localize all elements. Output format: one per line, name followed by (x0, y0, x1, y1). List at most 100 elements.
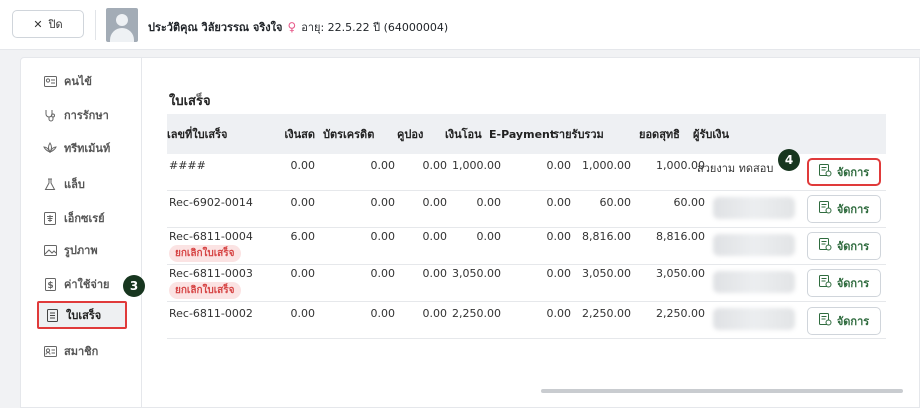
patient-info: ประวัติคุณ วิลัยวรรณ จริงใจ ♀ อายุ: 22.5… (148, 18, 448, 36)
close-icon: ✕ (33, 17, 43, 31)
sidebar: คนไข้ การรักษา ทรีทเม้นท์ แล็บ เอ็กซเรย์… (21, 58, 142, 408)
sidebar-item-members[interactable]: สมาชิก (37, 337, 137, 365)
col-transfer: เงินโอน (445, 128, 482, 141)
cash: 0.00 (290, 159, 316, 172)
col-coupon: คูปอง (397, 128, 424, 141)
transfer: 0.00 (476, 230, 502, 243)
receipt-no: Rec-6811-0003 (169, 267, 253, 280)
header-divider (95, 10, 96, 40)
receiver: สวยงาม ทดสอบ (697, 162, 774, 175)
sidebar-item-treatments[interactable]: ทรีทเม้นท์ (37, 134, 137, 162)
transfer: 3,050.00 (452, 267, 501, 280)
cash: 0.00 (290, 307, 316, 320)
sidebar-item-lab[interactable]: แล็บ (37, 170, 137, 198)
credit: 0.00 (370, 230, 396, 243)
total: 3,050.00 (582, 267, 631, 280)
total: 8,816.00 (582, 230, 631, 243)
manage-label: จัดการ (836, 203, 870, 216)
col-net: ยอดสุทธิ (639, 128, 680, 141)
table-row: Rec-6811-0004 ยกเลิกใบเสร็จ 6.00 0.00 0.… (167, 228, 886, 265)
history-card: คนไข้ การรักษา ทรีทเม้นท์ แล็บ เอ็กซเรย์… (20, 57, 920, 408)
close-button[interactable]: ✕ ปิด (12, 10, 84, 38)
cancel-receipt-badge: ยกเลิกใบเสร็จ (169, 282, 241, 299)
manage-label: จัดการ (836, 277, 870, 290)
sidebar-item-label: แล็บ (64, 178, 85, 191)
patient-header: ✕ ปิด ประวัติคุณ วิลัยวรรณ จริงใจ ♀ อายุ… (0, 0, 920, 50)
epayment: 0.00 (546, 230, 572, 243)
col-cash: เงินสด (284, 128, 315, 141)
credit: 0.00 (370, 267, 396, 280)
sidebar-item-images[interactable]: รูปภาพ (37, 236, 137, 264)
sidebar-item-expenses[interactable]: $ ค่าใช้จ่าย (37, 270, 137, 298)
manage-label: จัดการ (836, 240, 870, 253)
total: 1,000.00 (582, 159, 631, 172)
net: 3,050.00 (656, 267, 705, 280)
cash: 0.00 (290, 267, 316, 280)
table-row: Rec-6811-0002 0.00 0.00 0.00 2,250.00 0.… (167, 302, 886, 339)
epayment: 0.00 (546, 159, 572, 172)
close-label: ปิด (48, 18, 63, 31)
epayment: 0.00 (546, 267, 572, 280)
epayment: 0.00 (546, 196, 572, 209)
manage-button[interactable]: จัดการ (807, 158, 881, 186)
xray-icon (43, 211, 57, 225)
net: 60.00 (673, 196, 706, 209)
section-title: ใบเสร็จ (169, 94, 211, 109)
image-icon (43, 243, 57, 257)
col-epayment: E-Payment (489, 127, 556, 141)
avatar (106, 8, 138, 42)
horizontal-scrollbar[interactable] (541, 389, 903, 393)
cancel-receipt-badge: ยกเลิกใบเสร็จ (169, 245, 241, 262)
transfer: 2,250.00 (452, 307, 501, 320)
col-credit: บัตรเครดิต (323, 128, 375, 141)
credit: 0.00 (370, 196, 396, 209)
sidebar-item-treatment[interactable]: การรักษา (37, 101, 137, 129)
transfer: 0.00 (476, 196, 502, 209)
net: 2,250.00 (656, 307, 705, 320)
female-icon: ♀ (287, 20, 297, 34)
receipts-table: เลขที่ใบเสร็จ เงินสด บัตรเครดิต คูปอง เง… (167, 114, 886, 376)
receiver-redacted (713, 197, 795, 219)
receiver-redacted (713, 234, 795, 256)
sidebar-item-xray[interactable]: เอ็กซเรย์ (37, 204, 137, 232)
manage-button[interactable]: จัดการ (807, 232, 881, 260)
lotus-icon (43, 141, 57, 155)
table-row: Rec-6811-0003 ยกเลิกใบเสร็จ 0.00 0.00 0.… (167, 265, 886, 302)
sidebar-item-label: คนไข้ (64, 75, 92, 88)
patient-age: อายุ: 22.5.22 ปี (64000004) (301, 21, 449, 34)
transfer: 1,000.00 (452, 159, 501, 172)
sidebar-item-patient[interactable]: คนไข้ (37, 67, 137, 95)
net: 1,000.00 (656, 159, 705, 172)
dollar-doc-icon: $ (43, 277, 57, 291)
receipt-no: Rec-6902-0014 (169, 196, 253, 209)
sidebar-item-label: รูปภาพ (64, 244, 98, 257)
sidebar-item-receipts[interactable]: ใบเสร็จ (37, 301, 127, 329)
col-receiver: ผู้รับเงิน (693, 128, 729, 141)
credit: 0.00 (370, 159, 396, 172)
manage-icon (818, 238, 832, 254)
sidebar-item-label: ทรีทเม้นท์ (64, 142, 111, 155)
table-header: เลขที่ใบเสร็จ เงินสด บัตรเครดิต คูปอง เง… (167, 114, 886, 154)
cash: 6.00 (290, 230, 316, 243)
receipt-no: #### (169, 159, 206, 172)
patient-name: ประวัติคุณ วิลัยวรรณ จริงใจ (148, 21, 283, 34)
total: 60.00 (599, 196, 632, 209)
manage-button[interactable]: จัดการ (807, 195, 881, 223)
svg-text:$: $ (47, 281, 53, 291)
manage-label: จัดการ (836, 315, 870, 328)
step-badge-3: 3 (123, 275, 145, 297)
total: 2,250.00 (582, 307, 631, 320)
flask-icon (43, 177, 57, 191)
sidebar-item-label: การรักษา (64, 109, 109, 122)
col-total: รายรับรวม (553, 128, 604, 141)
manage-icon (818, 275, 832, 291)
sidebar-item-label: สมาชิก (64, 345, 99, 358)
manage-icon (818, 201, 832, 217)
credit: 0.00 (370, 307, 396, 320)
manage-button[interactable]: จัดการ (807, 269, 881, 297)
manage-label: จัดการ (836, 166, 870, 179)
sidebar-item-label: ค่าใช้จ่าย (64, 278, 110, 291)
sidebar-item-label: เอ็กซเรย์ (64, 212, 105, 225)
manage-button[interactable]: จัดการ (807, 307, 881, 335)
manage-icon (818, 313, 832, 329)
